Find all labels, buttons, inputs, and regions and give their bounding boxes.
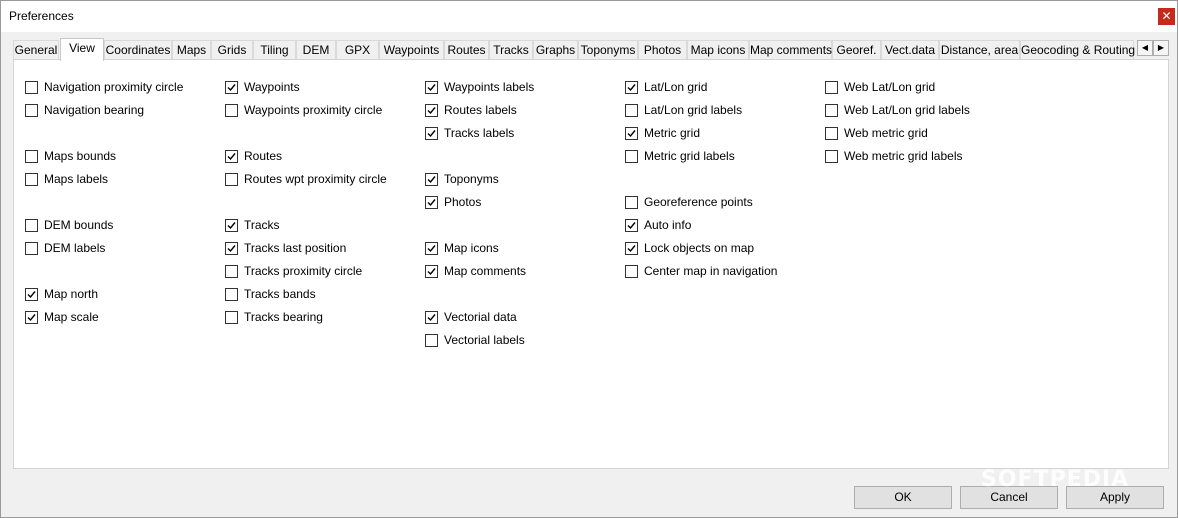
checkmark-icon	[427, 268, 436, 276]
checkbox-box[interactable]	[25, 81, 38, 94]
checkmark-icon	[227, 153, 236, 161]
checkbox-box[interactable]	[425, 173, 438, 186]
checkmark-icon	[627, 84, 636, 92]
checkbox-box[interactable]	[225, 242, 238, 255]
tab-view[interactable]: View	[60, 38, 104, 61]
checkbox-box[interactable]	[625, 104, 638, 117]
checkbox-box[interactable]	[425, 81, 438, 94]
arrow-right-icon: ▶	[1157, 43, 1165, 52]
tab-tracks[interactable]: Tracks	[489, 40, 533, 59]
checkbox-box[interactable]	[425, 311, 438, 324]
checkbox-box[interactable]	[25, 311, 38, 324]
checkmark-icon	[427, 314, 436, 322]
checkbox-box[interactable]	[425, 334, 438, 347]
tab-vect-data[interactable]: Vect.data	[881, 40, 939, 59]
checkbox-box[interactable]	[225, 265, 238, 278]
tab-dem[interactable]: DEM	[296, 40, 336, 59]
checkmark-icon	[227, 222, 236, 230]
checkmark-icon	[427, 84, 436, 92]
tab-geocoding-routing[interactable]: Geocoding & Routing	[1020, 40, 1135, 59]
checkbox-box[interactable]	[225, 311, 238, 324]
checkmark-icon	[627, 245, 636, 253]
checkmark-icon	[227, 245, 236, 253]
checkmark-icon	[427, 245, 436, 253]
window-title: Preferences	[9, 9, 74, 23]
tab-photos[interactable]: Photos	[638, 40, 687, 59]
tab-distance-area[interactable]: Distance, area	[939, 40, 1020, 59]
close-icon: ✕	[1161, 9, 1172, 23]
tab-map-comments[interactable]: Map comments	[749, 40, 832, 59]
tab-maps[interactable]: Maps	[172, 40, 211, 59]
checkbox-box[interactable]	[625, 242, 638, 255]
checkbox-box[interactable]	[225, 81, 238, 94]
tab-georef[interactable]: Georef.	[832, 40, 881, 59]
checkbox-box[interactable]	[225, 288, 238, 301]
checkbox-box[interactable]	[825, 104, 838, 117]
view-options-panel: Navigation proximity circle Navigation b…	[13, 59, 1169, 469]
checkbox-box[interactable]	[25, 173, 38, 186]
tab-strip: General View Coordinates Maps Grids Tili…	[13, 38, 1169, 61]
checkbox-box[interactable]	[225, 173, 238, 186]
checkbox-box[interactable]	[425, 242, 438, 255]
checkmark-icon	[627, 222, 636, 230]
checkmark-icon	[427, 130, 436, 138]
tab-graphs[interactable]: Graphs	[533, 40, 578, 59]
ok-button[interactable]: OK	[854, 486, 952, 509]
checkmark-icon	[427, 176, 436, 184]
checkbox-box[interactable]	[25, 288, 38, 301]
checkbox-box[interactable]	[425, 104, 438, 117]
tab-routes[interactable]: Routes	[444, 40, 489, 59]
checkmark-icon	[27, 291, 36, 299]
checkbox-box[interactable]	[625, 265, 638, 278]
checkbox-box[interactable]	[625, 127, 638, 140]
checkbox-box[interactable]	[825, 127, 838, 140]
checkmark-icon	[427, 107, 436, 115]
tab-coordinates[interactable]: Coordinates	[104, 40, 172, 59]
tab-scroll-right-button[interactable]: ▶	[1153, 40, 1169, 56]
checkbox-box[interactable]	[425, 265, 438, 278]
checkbox-box[interactable]	[225, 150, 238, 163]
checkbox-box[interactable]	[625, 196, 638, 209]
checkbox-box[interactable]	[225, 104, 238, 117]
checkbox-box[interactable]	[25, 104, 38, 117]
checkbox-box[interactable]	[425, 196, 438, 209]
checkmark-icon	[427, 199, 436, 207]
checkbox-box[interactable]	[825, 150, 838, 163]
checkbox-box[interactable]	[625, 219, 638, 232]
checkbox-box[interactable]	[25, 150, 38, 163]
checkbox-box[interactable]	[25, 219, 38, 232]
checkmark-icon	[27, 314, 36, 322]
arrow-left-icon: ◀	[1141, 43, 1149, 52]
title-bar: Preferences ✕	[1, 1, 1177, 32]
preferences-window: Preferences ✕ General View Coordinates M…	[0, 0, 1178, 518]
checkbox-box[interactable]	[625, 81, 638, 94]
tab-tiling[interactable]: Tiling	[253, 40, 296, 59]
softpedia-watermark: SOFTPEDIA	[981, 467, 1130, 492]
checkmark-icon	[227, 84, 236, 92]
tab-grids[interactable]: Grids	[211, 40, 253, 59]
close-button[interactable]: ✕	[1158, 8, 1175, 25]
checkbox-box[interactable]	[25, 242, 38, 255]
tab-general[interactable]: General	[13, 40, 59, 59]
tab-scroll-left-button[interactable]: ◀	[1137, 40, 1153, 56]
checkbox-box[interactable]	[225, 219, 238, 232]
checkmark-icon	[627, 130, 636, 138]
tab-toponyms[interactable]: Toponyms	[578, 40, 638, 59]
tab-waypoints[interactable]: Waypoints	[379, 40, 444, 59]
checkbox-box[interactable]	[425, 127, 438, 140]
tab-gpx[interactable]: GPX	[336, 40, 379, 59]
checkbox-box[interactable]	[825, 81, 838, 94]
tab-map-icons[interactable]: Map icons	[687, 40, 749, 59]
checkbox-box[interactable]	[625, 150, 638, 163]
